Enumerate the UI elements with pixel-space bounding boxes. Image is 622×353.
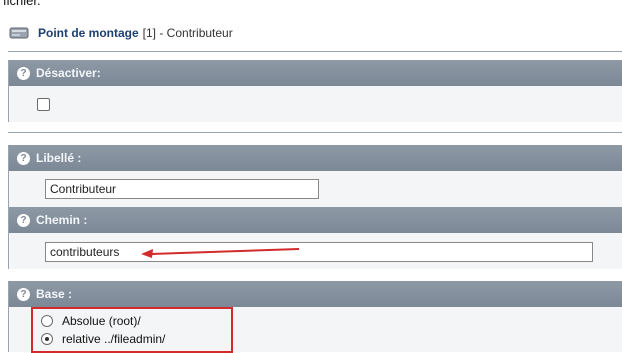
- path-input[interactable]: contributeurs: [45, 242, 593, 262]
- help-icon[interactable]: ?: [17, 66, 30, 80]
- radio-label: relative ../fileadmin/: [62, 332, 166, 346]
- title-input[interactable]: Contributeur: [45, 179, 319, 199]
- radio-label: Absolue (root)/: [62, 314, 141, 328]
- radio-button[interactable]: [41, 315, 53, 327]
- record-subtitle: [1] - Contributeur: [142, 26, 233, 40]
- section-header: ? Base :: [9, 281, 622, 307]
- cut-off-text: fichier.: [0, 0, 622, 9]
- cut-off-text-label: fichier.: [3, 0, 41, 8]
- path-label: Chemin :: [36, 213, 88, 227]
- annotation-highlight-box: Absolue (root)/ relative ../fileadmin/: [31, 307, 233, 353]
- title-section: ? Libellé : Contributeur: [8, 145, 622, 207]
- help-icon[interactable]: ?: [17, 151, 30, 165]
- title-label: Libellé :: [36, 151, 82, 165]
- annotation-arrow: [141, 248, 300, 258]
- disable-label: Désactiver:: [36, 66, 101, 80]
- section-header: ? Désactiver:: [9, 60, 622, 86]
- storage-icon: [8, 25, 32, 41]
- section-header: ? Chemin :: [9, 207, 622, 233]
- section-body: [9, 86, 622, 122]
- divider: [8, 132, 622, 133]
- help-icon[interactable]: ?: [17, 213, 30, 227]
- record-title: Point de montage: [38, 26, 139, 40]
- section-body: Absolue (root)/ relative ../fileadmin/: [9, 307, 622, 353]
- help-icon[interactable]: ?: [17, 287, 30, 301]
- disable-checkbox[interactable]: [37, 98, 50, 111]
- radio-option-relative[interactable]: relative ../fileadmin/: [41, 332, 165, 346]
- section-header: ? Libellé :: [9, 145, 622, 171]
- section-body: Contributeur: [9, 171, 622, 207]
- radio-button-checked[interactable]: [41, 333, 53, 345]
- base-section: ? Base : Absolue (root)/ relative ../fil…: [8, 281, 622, 353]
- disable-section: ? Désactiver:: [8, 60, 622, 122]
- radio-option-absolute[interactable]: Absolue (root)/: [41, 314, 141, 328]
- record-header: Point de montage [1] - Contributeur: [8, 16, 622, 50]
- section-body: contributeurs: [9, 233, 622, 269]
- path-section: ? Chemin : contributeurs: [8, 207, 622, 269]
- base-label: Base :: [36, 287, 73, 301]
- divider: [8, 51, 622, 52]
